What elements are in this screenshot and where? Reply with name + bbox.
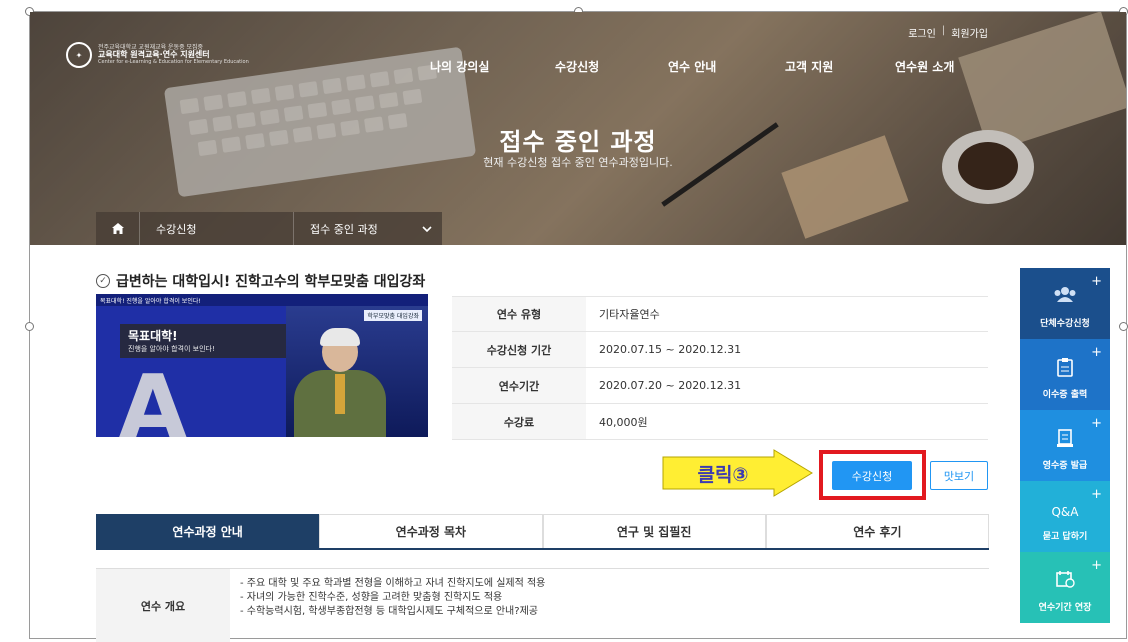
thumbnail-caption: 목표대학! 진행을 알아야 합격이 보인다! [120,324,290,358]
nav-training-info[interactable]: 연수 안내 [668,58,785,75]
quick-group-enroll[interactable]: + 단체수강신청 [1020,268,1110,339]
info-value: 2020.07.15 ~ 2020.12.31 [586,332,988,367]
overview-line: - 수학능력시험, 학생부종합전형 등 대학입시제도 구체적으로 안내?제공 [240,606,538,617]
logo-line3: Center for e-Learning & Education for El… [98,58,249,65]
quick-menu: + 단체수강신청 + 이수증 출력 + 영수증 발급 + Q&A 묻고 답하기 … [1020,268,1110,623]
main-nav: 나의 강의실 수강신청 연수 안내 고객 지원 연수원 소개 [430,58,954,75]
resize-handle[interactable] [1119,322,1128,331]
quick-label: 연수기간 연장 [1038,603,1092,613]
overview-line: - 자녀의 가능한 진학수준, 성향을 고려한 맞춤형 진학지도 적용 [240,592,503,603]
plus-icon: + [1091,487,1102,502]
logo-line1: 전주교육대학교 교원재교육 운동중 모집중 [98,43,204,51]
quick-qa[interactable]: + Q&A 묻고 답하기 [1020,481,1110,552]
quick-label: 영수증 발급 [1042,461,1088,471]
clipboard-icon [1020,357,1110,382]
nav-customer-support[interactable]: 고객 지원 [785,58,895,75]
home-icon[interactable] [96,212,140,245]
calendar-icon [1020,570,1110,593]
lecturer-tie [335,374,345,414]
signup-link[interactable]: 회원가입 [951,25,988,40]
breadcrumb-level2-dropdown[interactable]: 접수 중인 과정 [294,212,442,245]
info-label: 수강신청 기간 [452,332,586,367]
thumbnail-tag: 학부모맞춤 대입강좌 [364,310,422,321]
annotation-label: 클릭③ [697,464,749,486]
page-title: 접수 중인 과정 [499,128,657,156]
breadcrumb-level1-label: 수강신청 [156,222,197,236]
resize-handle[interactable] [25,322,34,331]
thumbnail-caption-sub: 진행을 알아야 합격이 보인다! [128,345,215,353]
course-title-text: 급변하는 대학입시! 진학고수의 학부모맞춤 대입강좌 [116,274,426,290]
tab-course-guide[interactable]: 연수과정 안내 [96,514,320,548]
tab-authors[interactable]: 연구 및 집필진 [542,514,766,548]
overview-label: 연수 개요 [96,569,230,642]
info-value: 40,000원 [586,404,988,439]
course-info-table: 연수 유형 기타자율연수 수강신청 기간 2020.07.15 ~ 2020.1… [452,296,988,440]
tab-reviews[interactable]: 연수 후기 [765,514,989,548]
breadcrumb: 수강신청 접수 중인 과정 [96,212,442,245]
page-subtitle: 현재 수강신청 접수 중인 연수과정입니다. [483,156,673,169]
info-value: 기타자율연수 [586,297,988,331]
site-logo[interactable]: ✦ 전주교육대학교 교원재교육 운동중 모집중 교육대학 원격교육·연수 지원센… [66,42,249,68]
quick-label: 단체수강신청 [1040,319,1090,329]
hero-banner: 로그인 | 회원가입 ✦ 전주교육대학교 교원재교육 운동중 모집중 교육대학 … [30,12,1126,245]
quick-extend-period[interactable]: + 연수기간 연장 [1020,552,1110,623]
chevron-down-icon [422,222,432,235]
nav-about[interactable]: 연수원 소개 [895,58,954,75]
thumbnail-letter: A [118,356,188,438]
info-label: 연수 유형 [452,297,586,331]
table-row: 연수기간 2020.07.20 ~ 2020.12.31 [452,368,988,404]
apply-button[interactable]: 수강신청 [832,461,912,490]
nav-enrollment[interactable]: 수강신청 [555,58,668,75]
info-value: 2020.07.20 ~ 2020.12.31 [586,368,988,403]
overview-line: - 주요 대학 및 주요 학과별 전형을 이해하고 자녀 진학지도에 실제적 적… [240,578,546,589]
lecturer-hair [320,328,360,346]
info-label: 수강료 [452,404,586,439]
table-row: 수강신청 기간 2020.07.15 ~ 2020.12.31 [452,332,988,368]
course-thumbnail[interactable]: 목표대학! 진행을 알아야 합격이 보인다! A 목표대학! 진행을 알아야 합… [96,294,428,437]
breadcrumb-level1[interactable]: 수강신청 [140,212,294,245]
nav-my-classroom[interactable]: 나의 강의실 [430,58,555,75]
course-title: ✓ 급변하는 대학입시! 진학고수의 학부모맞춤 대입강좌 [96,271,425,291]
course-overview: 연수 개요 - 주요 대학 및 주요 학과별 전형을 이해하고 자녀 진학지도에… [96,568,989,642]
table-row: 수강료 40,000원 [452,404,988,440]
table-row: 연수 유형 기타자율연수 [452,296,988,332]
thumbnail-top-caption: 목표대학! 진행을 알아야 합격이 보인다! [96,294,428,306]
quick-certificate-print[interactable]: + 이수증 출력 [1020,339,1110,410]
overview-content: - 주요 대학 및 주요 학과별 전형을 이해하고 자녀 진학지도에 실제적 적… [230,569,989,642]
logo-seal-icon: ✦ [66,42,92,68]
separator: | [941,25,946,36]
tab-course-contents[interactable]: 연수과정 목차 [319,514,543,548]
check-circle-icon: ✓ [96,274,110,288]
breadcrumb-level2-label: 접수 중인 과정 [310,222,378,236]
info-label: 연수기간 [452,368,586,403]
qa-icon: Q&A [1051,505,1079,519]
detail-tabs: 연수과정 안내 연수과정 목차 연구 및 집필진 연수 후기 [96,514,989,550]
top-utility-links: 로그인 | 회원가입 [908,25,988,40]
quick-label: 이수증 출력 [1042,390,1088,400]
quick-receipt[interactable]: + 영수증 발급 [1020,410,1110,481]
thumbnail-caption-main: 목표대학! [128,329,178,343]
receipt-icon [1020,428,1110,453]
login-link[interactable]: 로그인 [908,25,936,40]
quick-label: 묻고 답하기 [1042,532,1088,542]
preview-button[interactable]: 맛보기 [930,461,988,490]
group-icon [1020,286,1110,307]
